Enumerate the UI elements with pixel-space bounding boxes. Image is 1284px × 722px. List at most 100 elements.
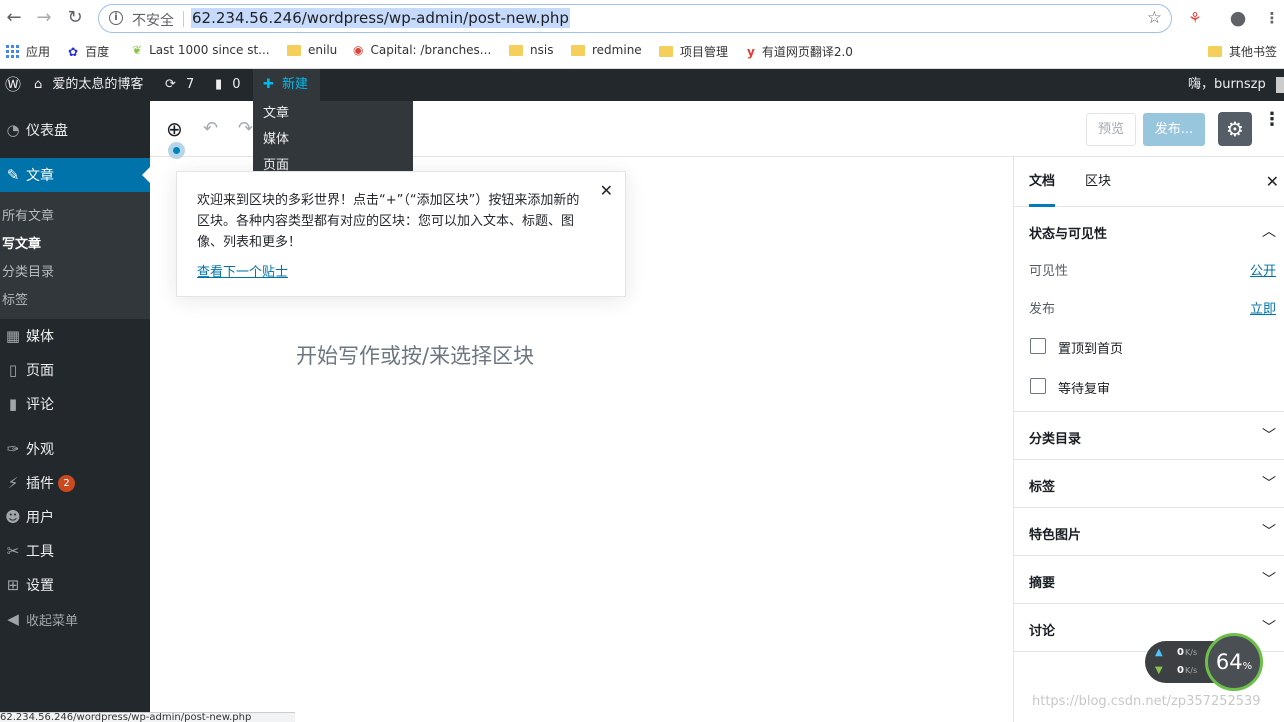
preview-button[interactable]: 预览 [1086,113,1136,146]
site-name: 爱的太息的博客 [52,77,144,92]
memory-usage-gauge: 64% [1205,633,1263,691]
bookmark-project[interactable]: 项目管理 [659,43,728,60]
submenu-new-post[interactable]: 写文章 [2,233,41,252]
settings-gear-icon[interactable]: ⚙ [1218,112,1252,146]
block-placeholder[interactable]: 开始写作或按/来选择区块 [296,340,534,370]
chevron-up-icon[interactable]: ︿ [1262,221,1276,241]
bookmark-last1000[interactable]: ❦ Last 1000 since st... [132,43,270,57]
chevron-down-icon[interactable]: ﹀ [1262,569,1276,589]
submenu-categories[interactable]: 分类目录 [2,261,54,280]
watermark: https://blog.csdn.net/zp357252539 [1032,694,1261,709]
site-name-link[interactable]: ⌂ 爱的太息的博客 [34,69,143,101]
download-unit: K/s [1185,666,1198,675]
chevron-down-icon[interactable]: ﹀ [1262,473,1276,493]
download-arrow-icon: ▼ [1155,665,1163,676]
next-tip-link[interactable]: 查看下一个贴士 [197,261,288,280]
stick-checkbox[interactable] [1030,338,1046,354]
folder-icon [1208,46,1222,57]
menu-pages[interactable]: ▯ 页面 [0,353,150,387]
status-visibility-title[interactable]: 状态与可见性 [1029,223,1107,242]
menu-label: 设置 [26,578,54,594]
menu-label: 用户 [26,510,54,526]
menu-tools[interactable]: ✂ 工具 [0,534,150,568]
comments-link[interactable]: ▮ 0 [215,69,241,101]
submenu-tags[interactable]: 标签 [2,289,28,308]
publish-button[interactable]: 发布... [1143,113,1205,146]
current-arrow [142,167,150,183]
bookmark-youdao[interactable]: y 有道网页翻译2.0 [747,43,853,60]
menu-plugins[interactable]: ⚡ 插件 2 [0,466,150,500]
menu-users[interactable]: ☻ 用户 [0,500,150,534]
tab-block[interactable]: 区块 [1085,157,1111,207]
brush-icon: ✑ [6,440,20,458]
insecure-label[interactable]: 不安全 [132,10,174,30]
bookmark-label: 其他书签 [1229,45,1278,59]
bookmarks-bar: 应用 ✿ 百度 ❦ Last 1000 since st... enilu ◉ … [0,37,1284,69]
forward-icon[interactable]: → [33,8,55,30]
profile-icon[interactable]: ● [1228,8,1248,28]
bookmark-star-icon[interactable]: ☆ [1147,8,1162,28]
add-block-icon[interactable]: ⊕ [166,117,183,141]
bookmark-label: nsis [530,43,554,57]
settings-icon: ⊞ [6,576,20,594]
tip-text: 欢迎来到区块的多彩世界！点击“+”（“添加区块”）按钮来添加新的区块。各种内容类… [197,193,580,250]
bookmark-baidu[interactable]: ✿ 百度 [68,43,109,60]
menu-comments[interactable]: ▮ 评论 [0,387,150,421]
reload-icon[interactable]: ↻ [64,8,86,30]
bookmark-apps[interactable]: 应用 [6,43,50,60]
visibility-toggle[interactable]: 公开 [1250,260,1276,279]
new-page-item[interactable]: 页面 [253,153,413,171]
tab-document[interactable]: 文档 [1029,157,1056,207]
browser-menu-icon[interactable]: ⋮ [1262,8,1282,28]
bookmark-enilu[interactable]: enilu [287,43,337,57]
panel-excerpt[interactable]: 摘要 [1029,572,1055,591]
bookmark-other[interactable]: 其他书签 [1208,43,1277,60]
new-post-item[interactable]: 文章 [253,101,413,127]
panel-featured-image[interactable]: 特色图片 [1029,524,1081,543]
bookmark-redmine[interactable]: redmine [571,43,642,57]
undo-icon[interactable]: ↶ [203,118,218,139]
updates-link[interactable]: ⟳ 7 [165,69,194,101]
new-media-item[interactable]: 媒体 [253,127,413,153]
pending-checkbox[interactable] [1030,378,1046,394]
chevron-down-icon[interactable]: ﹀ [1262,425,1276,445]
close-icon[interactable]: ✕ [600,181,613,200]
home-icon: ⌂ [34,77,43,92]
wordpress-logo-icon[interactable]: Ⓦ [0,69,26,101]
bookmark-label: 项目管理 [680,45,729,59]
address-bar[interactable]: i 不安全 62.234.56.246/wordpress/wp-admin/p… [98,4,1172,33]
close-icon[interactable]: ✕ [1266,172,1279,191]
publish-date-toggle[interactable]: 立即 [1250,298,1276,317]
bookmark-nsis[interactable]: nsis [509,43,553,57]
bookmark-label: Capital: /branches... [370,43,492,57]
redo-icon[interactable]: ↷ [238,118,253,139]
url-text[interactable]: 62.234.56.246/wordpress/wp-admin/post-ne… [191,8,570,28]
panel-discussion[interactable]: 讨论 [1029,620,1055,639]
new-content-button[interactable]: ✚ 新建 [253,69,320,101]
menu-dashboard[interactable]: ◔ 仪表盘 [0,113,150,147]
panel-categories[interactable]: 分类目录 [1029,428,1081,447]
plugins-update-badge: 2 [58,474,75,492]
bookmark-capital[interactable]: ◉ Capital: /branches... [353,43,491,57]
chevron-down-icon[interactable]: ﹀ [1262,521,1276,541]
back-icon[interactable]: ← [3,8,25,30]
collapse-menu-button[interactable]: ◀ 收起菜单 [0,602,150,636]
bookmark-label: Last 1000 since st... [149,43,270,57]
media-icon: ▦ [5,327,21,345]
menu-media[interactable]: ▦ 媒体 [0,319,150,353]
menu-settings[interactable]: ⊞ 设置 [0,568,150,602]
account-menu[interactable]: 嗨，burnszp [1188,69,1284,101]
info-icon[interactable]: i [109,11,123,25]
upload-arrow-icon: ▲ [1155,647,1163,658]
divider [1014,603,1284,604]
new-content-dropdown: 文章 媒体 页面 [253,101,413,171]
panel-tags[interactable]: 标签 [1029,476,1055,495]
menu-appearance[interactable]: ✑ 外观 [0,432,150,466]
more-menu-icon[interactable]: ⋮ [1263,111,1281,129]
comments-count: 0 [232,77,241,92]
extension-icon[interactable]: ⚘ [1185,8,1205,28]
submenu-all-posts[interactable]: 所有文章 [2,205,54,224]
menu-posts[interactable]: ✎ 文章 [0,158,150,192]
network-speed-widget[interactable]: ▲ 0 K/s ▼ 0 K/s 64% [1145,633,1266,691]
tip-indicator-dot[interactable] [168,142,185,159]
